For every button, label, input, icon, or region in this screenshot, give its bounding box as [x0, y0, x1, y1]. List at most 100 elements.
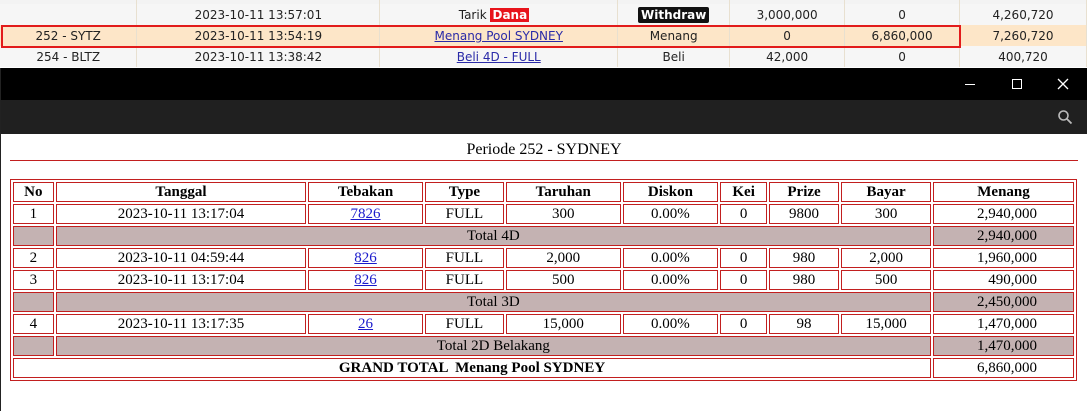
table-header-row: No Tanggal Tebakan Type Taruhan Diskon K… [13, 182, 1074, 202]
total-2d-row: Total 2D Belakang 1,470,000 [13, 336, 1074, 356]
cell-taruhan: 500 [505, 270, 621, 290]
row-balance: 4,260,720 [959, 4, 1087, 25]
cell-kei: 0 [720, 204, 767, 224]
table-row: 1 2023-10-11 13:17:04 7826 FULL 300 0.00… [13, 204, 1074, 224]
cell-kei: 0 [720, 270, 767, 290]
table-row: 254 - BLTZ 2023-10-11 13:38:42 Beli 4D -… [0, 46, 1087, 67]
cell-prize: 9800 [768, 204, 840, 224]
cell-tanggal: 2023-10-11 13:17:35 [55, 314, 307, 334]
total-blank [13, 226, 54, 246]
row-debit: 0 [729, 25, 846, 46]
cell-type: FULL [424, 270, 504, 290]
tebakan-link[interactable]: 26 [358, 316, 373, 332]
row-credit: 6,860,000 [844, 25, 961, 46]
row-type: Menang [617, 25, 731, 46]
cell-tebakan: 826 [308, 270, 423, 290]
cell-menang: 1,960,000 [933, 248, 1074, 268]
row-date: 2023-10-11 13:57:01 [136, 4, 381, 25]
row-debit: 3,000,000 [729, 4, 846, 25]
cell-taruhan: 300 [505, 204, 621, 224]
menang-pool-link[interactable]: Menang Pool SYDNEY [435, 29, 563, 43]
minimize-icon[interactable] [947, 68, 993, 100]
winning-detail-table: No Tanggal Tebakan Type Taruhan Diskon K… [10, 179, 1077, 381]
cell-tanggal: 2023-10-11 04:59:44 [55, 248, 307, 268]
total-4d-row: Total 4D 2,940,000 [13, 226, 1074, 246]
cell-diskon: 0.00% [622, 314, 719, 334]
cell-menang: 2,940,000 [933, 204, 1074, 224]
col-header: Menang [933, 182, 1074, 202]
tebakan-link[interactable]: 826 [354, 250, 377, 266]
cell-no: 2 [13, 248, 54, 268]
window-content: Periode 252 - SYDNEY No Tanggal Tebakan … [1, 134, 1087, 381]
col-header: Prize [768, 182, 840, 202]
cell-bayar: 500 [841, 270, 932, 290]
row-id: 252 - SYTZ [0, 25, 138, 46]
transaction-table: 2023-10-11 13:57:01 Tarik Dana Withdraw … [0, 0, 1087, 67]
total-blank [13, 292, 54, 312]
cell-diskon: 0.00% [622, 270, 719, 290]
cell-diskon: 0.00% [622, 204, 719, 224]
cell-tebakan: 26 [308, 314, 423, 334]
col-header: Bayar [841, 182, 932, 202]
cell-prize: 980 [768, 270, 840, 290]
close-icon[interactable] [1040, 68, 1086, 100]
row-credit: 0 [844, 46, 961, 67]
table-row-highlighted[interactable]: 252 - SYTZ 2023-10-11 13:54:19 Menang Po… [0, 25, 1087, 46]
cell-no: 4 [13, 314, 54, 334]
cell-no: 1 [13, 204, 54, 224]
row-balance: 7,260,720 [959, 25, 1087, 46]
cell-bayar: 300 [841, 204, 932, 224]
row-id: 254 - BLTZ [0, 46, 138, 67]
table-row: 2 2023-10-11 04:59:44 826 FULL 2,000 0.0… [13, 248, 1074, 268]
periode-title: Periode 252 - SYDNEY [10, 139, 1078, 161]
row-credit: 0 [844, 4, 961, 25]
cell-menang: 490,000 [933, 270, 1074, 290]
cell-prize: 98 [768, 314, 840, 334]
total-blank [13, 336, 54, 356]
cell-tanggal: 2023-10-11 13:17:04 [55, 204, 307, 224]
dana-badge: Dana [490, 7, 530, 22]
detail-window: Periode 252 - SYDNEY No Tanggal Tebakan … [0, 68, 1087, 411]
col-header: Tanggal [55, 182, 307, 202]
cell-taruhan: 15,000 [505, 314, 621, 334]
cell-type: FULL [424, 204, 504, 224]
total-4d-value: 2,940,000 [933, 226, 1074, 246]
row-debit: 42,000 [729, 46, 846, 67]
withdraw-badge: Withdraw [638, 6, 710, 23]
maximize-icon[interactable] [994, 68, 1040, 100]
col-header: Diskon [622, 182, 719, 202]
desc-prefix: Tarik [458, 7, 487, 22]
cell-menang: 1,470,000 [933, 314, 1074, 334]
table-row: 3 2023-10-11 13:17:04 826 FULL 500 0.00%… [13, 270, 1074, 290]
cell-tanggal: 2023-10-11 13:17:04 [55, 270, 307, 290]
row-type: Withdraw [617, 4, 731, 25]
cell-type: FULL [424, 248, 504, 268]
cell-no: 3 [13, 270, 54, 290]
tebakan-link[interactable]: 826 [354, 272, 377, 288]
row-desc: Menang Pool SYDNEY [379, 25, 619, 46]
window-titlebar [1, 68, 1087, 100]
cell-tebakan: 7826 [308, 204, 423, 224]
col-header: Tebakan [308, 182, 423, 202]
tebakan-link[interactable]: 7826 [351, 206, 381, 222]
total-2d-label: Total 2D Belakang [55, 336, 932, 356]
search-icon[interactable] [1057, 109, 1073, 125]
total-3d-label: Total 3D [55, 292, 932, 312]
cell-prize: 980 [768, 248, 840, 268]
row-balance: 400,720 [959, 46, 1087, 67]
row-desc: Tarik Dana [379, 4, 619, 25]
beli-link[interactable]: Beli 4D - FULL [457, 50, 541, 64]
row-date: 2023-10-11 13:54:19 [136, 25, 381, 46]
cell-diskon: 0.00% [622, 248, 719, 268]
total-2d-value: 1,470,000 [933, 336, 1074, 356]
grand-total-label: GRAND TOTAL Menang Pool SYDNEY [13, 358, 932, 378]
cell-kei: 0 [720, 248, 767, 268]
row-desc: Beli 4D - FULL [379, 46, 619, 67]
col-header: Type [424, 182, 504, 202]
col-header: No [13, 182, 54, 202]
cell-tebakan: 826 [308, 248, 423, 268]
window-toolbar [1, 100, 1087, 134]
total-4d-label: Total 4D [55, 226, 932, 246]
total-3d-row: Total 3D 2,450,000 [13, 292, 1074, 312]
table-row: 4 2023-10-11 13:17:35 26 FULL 15,000 0.0… [13, 314, 1074, 334]
